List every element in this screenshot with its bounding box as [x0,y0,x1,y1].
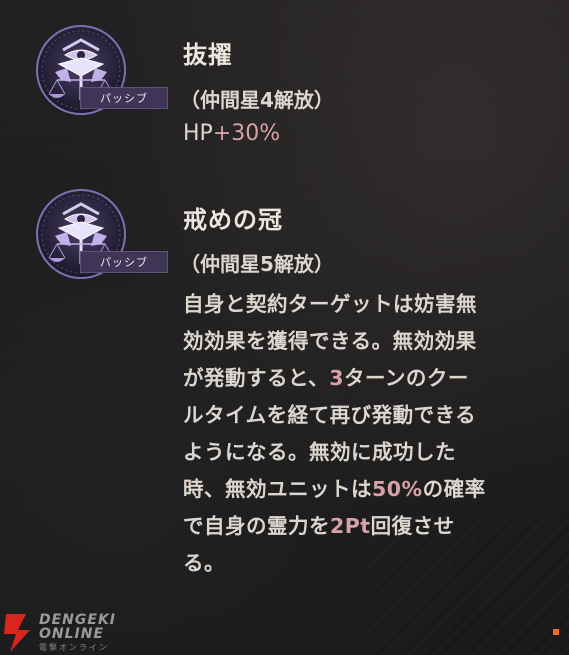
skill-unlock-condition: （仲間星5解放） [180,252,334,276]
passive-badge: パッシブ [80,251,168,273]
description-line: が発動すると、3ターンのクー [183,366,469,390]
highlight-value: 3 [329,366,344,390]
effect-value: +30% [212,121,281,146]
effect-stat: HP [183,121,213,146]
skill-title: 戒めの冠 [183,206,283,234]
description-line: る。 [183,551,225,575]
dengeki-online-watermark: DENGEKI ONLINE 電撃オンライン [2,612,132,654]
skill-description: 自身と契約ターゲットは妨害無 効効果を獲得できる。無効効果 が発動すると、3ター… [183,286,543,582]
description-line: 自身と契約ターゲットは妨害無 [183,292,477,316]
watermark-line-3: 電撃オンライン [39,643,109,652]
highlight-value: 2Pt [330,514,371,538]
description-line: 効効果を獲得できる。無効効果 [183,329,477,353]
passive-badge: パッシブ [80,87,168,109]
highlight-value: 50% [372,477,423,501]
lightning-bolt-icon [4,614,30,652]
skill-icon-1[interactable]: パッシブ [35,24,168,116]
description-line: ルタイムを経て再び発動できる [183,403,477,427]
description-line: 時、無効ユニットは50%の確率 [183,477,486,501]
skill-unlock-condition: （仲間星4解放） [180,88,334,112]
skill-icon-2[interactable]: パッシブ [35,188,168,280]
watermark-line-2: ONLINE [39,626,105,642]
skill-title: 抜擢 [183,41,233,69]
description-line: ようになる。無効に成功した [183,440,456,464]
description-line: で自身の霊力を2Pt回復させ [183,514,455,538]
accent-dot [553,629,559,635]
skill-effect: HP+30% [183,121,280,146]
